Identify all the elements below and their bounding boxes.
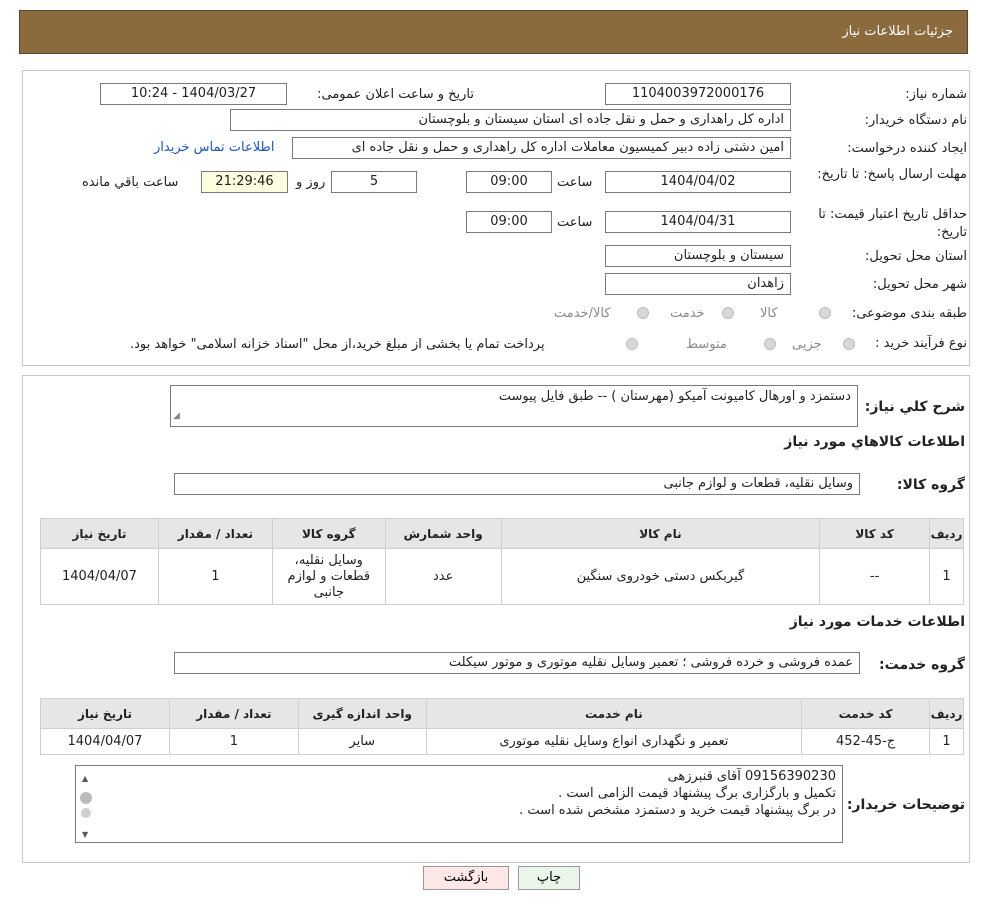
remaining-label: ساعت باقي مانده <box>82 175 179 190</box>
process-medium-radio[interactable] <box>764 338 776 350</box>
buyer-notes-line: تکمیل و بارگزاری برگ پیشنهاد قیمت الزامی… <box>558 786 836 801</box>
deadline-date-field: 1404/04/02 <box>605 171 791 193</box>
services-table: ردیف کد خدمت نام خدمت واحد اندازه گیری ت… <box>40 698 964 755</box>
announce-date-field: 1404/03/27 - 10:24 <box>100 83 287 105</box>
service-group-field: عمده فروشی و خرده فروشی ؛ تعمیر وسایل نق… <box>174 652 860 674</box>
back-button[interactable]: بازگشت <box>423 866 509 890</box>
announce-date-label: تاریخ و ساعت اعلان عمومی: <box>317 87 474 102</box>
category-goods-service-label: کالا/خدمت <box>554 306 611 321</box>
deadline-time-label: ساعت <box>557 175 593 190</box>
page-title: جزئیات اطلاعات نیاز <box>842 24 953 39</box>
scroll-thumb[interactable] <box>80 792 92 804</box>
scroll-track-marker <box>81 808 91 818</box>
table-row: 1 -- گیربکس دستی خودروی سنگین عدد وسایل … <box>40 548 964 605</box>
buyer-notes-label: توضیحات خریدار: <box>846 797 965 813</box>
category-goods-service-radio[interactable] <box>637 307 649 319</box>
column-header: نام کالا <box>500 518 821 549</box>
summary-label: شرح کلي نياز: <box>864 399 965 415</box>
validity-time-label: ساعت <box>557 215 593 230</box>
resize-handle-icon[interactable]: ◢ <box>173 408 180 425</box>
process-minor-label: جزیی <box>792 337 822 352</box>
process-minor-radio[interactable] <box>843 338 855 350</box>
days-label: روز و <box>296 175 326 190</box>
table-cell: 1 <box>157 548 273 605</box>
table-cell: 1 <box>929 548 964 605</box>
province-label: استان محل تحویل: <box>865 249 967 264</box>
services-section-title: اطلاعات خدمات مورد نياز <box>789 614 965 630</box>
service-group-label: گروه خدمت: <box>879 657 965 673</box>
column-header: واحد شمارش <box>384 518 502 549</box>
process-note-radio[interactable] <box>626 338 638 350</box>
column-header: کد خدمت <box>801 698 931 729</box>
process-label: نوع فرآیند خرید : <box>875 336 967 351</box>
goods-table: ردیف کد کالا نام کالا واحد شمارش گروه کا… <box>40 518 964 605</box>
remaining-time-field: 21:29:46 <box>201 171 288 193</box>
goods-group-label: گروه کالا: <box>896 477 965 493</box>
column-header: نام خدمت <box>425 698 803 729</box>
table-cell: سایر <box>297 728 427 755</box>
column-header: تاریخ نیاز <box>40 698 170 729</box>
table-cell: وسایل نقلیه، قطعات و لوازم جانبی <box>271 548 386 605</box>
table-cell: ج-45-452 <box>801 728 931 755</box>
column-header: ردیف <box>929 518 964 549</box>
requester-label: ایجاد کننده درخواست: <box>847 141 967 156</box>
deadline-time-field: 09:00 <box>466 171 552 193</box>
column-header: تعداد / مقدار <box>157 518 273 549</box>
column-header: تاریخ نیاز <box>40 518 159 549</box>
scroll-up-icon[interactable]: ▲ <box>82 770 88 787</box>
print-button[interactable]: چاپ <box>518 866 580 890</box>
buyer-notes-line: در برگ پیشنهاد قیمت خرید و دستمزد مشخص ش… <box>519 803 836 818</box>
buyer-contact-link[interactable]: اطلاعات تماس خریدار <box>154 140 274 155</box>
summary-text: دستمزد و اورهال کامیونت آمیکو (مهرستان )… <box>498 389 851 404</box>
category-label: طبقه بندی موضوعی: <box>851 306 967 321</box>
days-left-field: 5 <box>331 171 417 193</box>
table-cell: -- <box>819 548 931 605</box>
table-cell: 1404/04/07 <box>40 548 159 605</box>
need-number-label: شماره نیاز: <box>905 87 967 102</box>
requester-field: امین دشتی زاده دبیر کمیسیون معاملات ادار… <box>292 137 791 159</box>
table-cell: 1404/04/07 <box>40 728 170 755</box>
table-row: 1 ج-45-452 تعمیر و نگهداری انواع وسایل ن… <box>40 728 964 755</box>
category-goods-label: کالا <box>760 306 778 321</box>
services-table-header: ردیف کد خدمت نام خدمت واحد اندازه گیری ت… <box>40 698 964 729</box>
column-header: واحد اندازه گیری <box>297 698 427 729</box>
page-header: جزئیات اطلاعات نیاز <box>19 10 968 54</box>
table-cell: گیربکس دستی خودروی سنگین <box>500 548 821 605</box>
column-header: گروه کالا <box>271 518 386 549</box>
process-note: پرداخت تمام یا بخشی از مبلغ خرید،از محل … <box>130 337 545 352</box>
city-field: زاهدان <box>605 273 791 295</box>
goods-group-field: وسایل نقلیه، قطعات و لوازم جانبی <box>174 473 860 495</box>
process-medium-label: متوسط <box>686 337 727 352</box>
city-label: شهر محل تحویل: <box>872 277 967 292</box>
scroll-down-icon[interactable]: ▼ <box>82 826 88 843</box>
column-header: تعداد / مقدار <box>168 698 299 729</box>
validity-label: حداقل تاریخ اعتبار قیمت: تا تاریخ: <box>818 207 967 240</box>
deadline-label: مهلت ارسال پاسخ: تا تاریخ: <box>817 167 967 182</box>
need-number-field: 1104003972000176 <box>605 83 791 105</box>
buyer-notes-textarea[interactable]: 09156390230 آقای قنبرزهی تکمیل و بارگزار… <box>75 765 843 843</box>
validity-time-field: 09:00 <box>466 211 552 233</box>
category-service-radio[interactable] <box>722 307 734 319</box>
table-cell: 1 <box>168 728 299 755</box>
category-service-label: خدمت <box>670 306 705 321</box>
buyer-org-label: نام دستگاه خریدار: <box>864 113 967 128</box>
table-cell: عدد <box>384 548 502 605</box>
summary-textarea[interactable]: دستمزد و اورهال کامیونت آمیکو (مهرستان )… <box>170 385 858 427</box>
goods-section-title: اطلاعات کالاهاي مورد نياز <box>784 434 965 450</box>
notes-scrollbar[interactable]: ▲ ▼ <box>78 768 94 842</box>
province-field: سیستان و بلوچستان <box>605 245 791 267</box>
validity-date-field: 1404/04/31 <box>605 211 791 233</box>
table-cell: تعمیر و نگهداری انواع وسایل نقلیه موتوری <box>425 728 803 755</box>
column-header: ردیف <box>929 698 964 729</box>
column-header: کد کالا <box>819 518 931 549</box>
buyer-org-field: اداره کل راهداری و حمل و نقل جاده ای است… <box>230 109 791 131</box>
goods-table-header: ردیف کد کالا نام کالا واحد شمارش گروه کا… <box>40 518 964 549</box>
buyer-notes-line: 09156390230 آقای قنبرزهی <box>667 769 836 784</box>
category-goods-radio[interactable] <box>819 307 831 319</box>
table-cell: 1 <box>929 728 964 755</box>
